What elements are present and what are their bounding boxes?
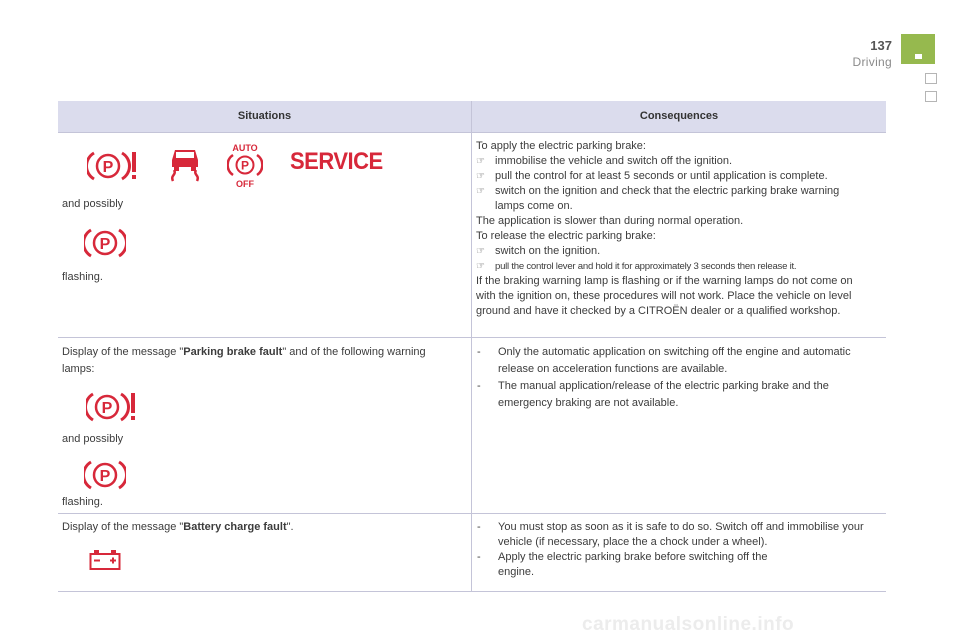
watermark: carmanualsonline.info [582, 614, 795, 635]
skid-car-icon [171, 150, 199, 182]
chapter-tab [901, 34, 935, 64]
parking-brake-exclamation-icon: P [87, 151, 136, 181]
consequence-cell: - Only the automatic application on switc… [471, 337, 886, 514]
off-label: OFF [236, 179, 254, 188]
situation-text: Display of the message "Parking brake fa… [62, 346, 426, 375]
table-row: P AUTO P OFF SERVICE and possibly P flas… [58, 132, 886, 338]
dash-text: Apply the electric parking brake before … [498, 551, 768, 578]
bullet-item: ☞ pull the control lever and hold it for … [476, 259, 886, 274]
page-number: 137 [870, 38, 892, 53]
bullet-item: ☞ switch on the ignition. [476, 244, 886, 259]
svg-text:P: P [241, 159, 249, 173]
flashing-text: flashing. [62, 271, 103, 283]
pointer-icon: ☞ [476, 246, 485, 257]
auto-label: AUTO [232, 143, 257, 153]
dash-item: - Apply the electric parking brake before… [477, 551, 768, 578]
bullet-item: ☞ pull the control for at least 5 seconds… [476, 169, 886, 184]
section-title: Driving [852, 55, 892, 69]
service-icon: SERVICE [290, 146, 383, 175]
warning-icons: P AUTO P OFF SERVICE [62, 133, 471, 197]
warning-icons: P [62, 378, 471, 432]
pointer-icon: ☞ [476, 261, 485, 272]
consequence-cell: - You must stop as soon as it is safe to … [471, 513, 886, 592]
and-possibly-text: and possibly [62, 198, 124, 210]
dash-item: - The manual application/release of the e… [477, 380, 829, 409]
warning-icons [62, 535, 471, 591]
pointer-icon: ☞ [476, 186, 485, 197]
bullet-text: pull the control lever and hold it for a… [495, 261, 797, 272]
consequence-cell: To apply the electric parking brake: ☞ im… [471, 132, 886, 338]
bullet-text: switch on the ignition and check that th… [495, 185, 840, 212]
consequence-text: To release the electric parking brake: [476, 230, 656, 242]
warning-icons-secondary: P [62, 447, 471, 495]
dash-item: - You must stop as soon as it is safe to … [477, 521, 864, 548]
message-name: Battery charge fault [183, 521, 287, 533]
situation-cell: Display of the message "Parking brake fa… [58, 337, 472, 514]
pointer-icon: ☞ [476, 156, 485, 167]
dash-item: - Only the automatic application on switc… [477, 346, 851, 375]
warning-table: Situations Consequences P AUTO P OFF SER… [58, 101, 886, 592]
table-header-row: Situations Consequences [58, 101, 886, 133]
bullet-text: pull the control for at least 5 seconds … [495, 170, 828, 182]
svg-text:P: P [102, 400, 113, 417]
svg-text:P: P [103, 159, 114, 176]
bullet-item: ☞ switch on the ignition and check that t… [476, 184, 865, 214]
situation-text: Display of the message "Battery charge f… [62, 521, 294, 533]
bullet-text: immobilise the vehicle and switch off th… [495, 155, 733, 167]
dash-text: The manual application/release of the el… [498, 380, 829, 409]
warning-icons-secondary: P [62, 212, 471, 270]
situation-cell: P AUTO P OFF SERVICE and possibly P flas… [58, 132, 472, 338]
bullet-text: switch on the ignition. [495, 245, 601, 257]
bullet-item: ☞ immobilise the vehicle and switch off t… [476, 154, 886, 169]
situation-cell: Display of the message "Battery charge f… [58, 513, 472, 592]
chapter-tab-marker [915, 54, 922, 59]
message-name: Parking brake fault [183, 346, 283, 358]
svg-text:P: P [100, 236, 111, 253]
table-row: Display of the message "Parking brake fa… [58, 337, 886, 514]
chapter-tab-empty-2 [925, 91, 937, 102]
chapter-tab-empty-1 [925, 73, 937, 84]
and-possibly-text: and possibly [62, 433, 124, 445]
consequence-text: To apply the electric parking brake: [476, 140, 646, 152]
consequence-text: If the braking warning lamp is flashing … [476, 275, 853, 317]
auto-parking-off-icon: AUTO P OFF [227, 143, 263, 188]
parking-brake-exclamation-icon: P [86, 392, 135, 422]
dash-text: Only the automatic application on switch… [498, 346, 851, 375]
svg-text:P: P [100, 468, 111, 485]
parking-brake-p-icon: P [84, 460, 126, 490]
dash-text: You must stop as soon as it is safe to d… [498, 521, 864, 548]
battery-icon [89, 550, 121, 570]
col-header-consequences: Consequences [471, 101, 886, 133]
table-row: Display of the message "Battery charge f… [58, 513, 886, 592]
consequence-text: The application is slower than during no… [476, 215, 744, 227]
col-header-situations: Situations [58, 101, 472, 133]
flashing-text: flashing. [62, 496, 103, 508]
pointer-icon: ☞ [476, 171, 485, 182]
parking-brake-p-icon: P [84, 228, 126, 258]
